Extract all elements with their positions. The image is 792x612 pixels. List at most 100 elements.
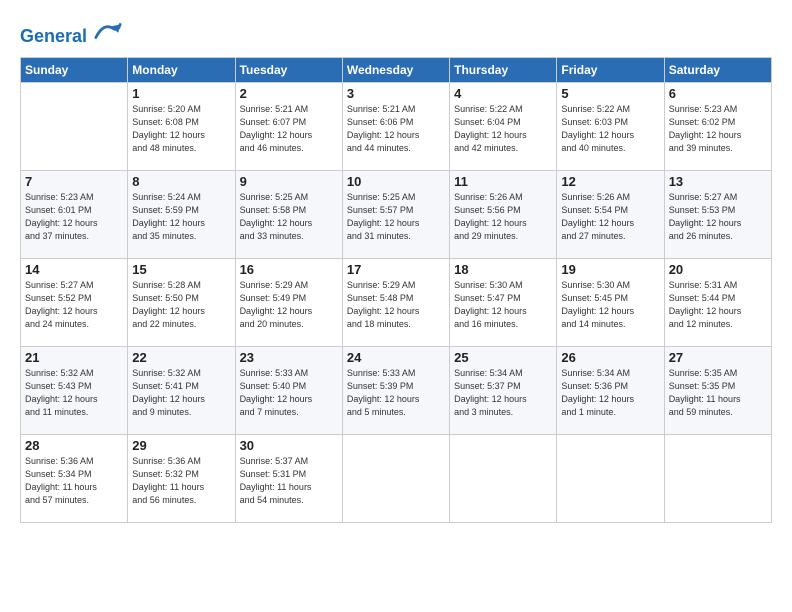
calendar-cell: 2 Sunrise: 5:21 AMSunset: 6:07 PMDaylight… (235, 82, 342, 170)
day-number: 30 (240, 438, 338, 453)
calendar-cell: 21 Sunrise: 5:32 AMSunset: 5:43 PMDayligh… (21, 346, 128, 434)
day-number: 22 (132, 350, 230, 365)
day-number: 1 (132, 86, 230, 101)
calendar-cell (557, 434, 664, 522)
day-info: Sunrise: 5:33 AMSunset: 5:39 PMDaylight:… (347, 367, 445, 419)
day-number: 16 (240, 262, 338, 277)
day-number: 19 (561, 262, 659, 277)
calendar-cell (342, 434, 449, 522)
day-info: Sunrise: 5:26 AMSunset: 5:54 PMDaylight:… (561, 191, 659, 243)
calendar-cell: 11 Sunrise: 5:26 AMSunset: 5:56 PMDayligh… (450, 170, 557, 258)
calendar-cell: 24 Sunrise: 5:33 AMSunset: 5:39 PMDayligh… (342, 346, 449, 434)
day-number: 10 (347, 174, 445, 189)
weekday-header: Friday (557, 57, 664, 82)
day-info: Sunrise: 5:30 AMSunset: 5:45 PMDaylight:… (561, 279, 659, 331)
day-number: 21 (25, 350, 123, 365)
calendar-cell: 10 Sunrise: 5:25 AMSunset: 5:57 PMDayligh… (342, 170, 449, 258)
weekday-header: Wednesday (342, 57, 449, 82)
day-number: 8 (132, 174, 230, 189)
day-info: Sunrise: 5:29 AMSunset: 5:49 PMDaylight:… (240, 279, 338, 331)
day-info: Sunrise: 5:36 AMSunset: 5:34 PMDaylight:… (25, 455, 123, 507)
calendar-week-row: 7 Sunrise: 5:23 AMSunset: 6:01 PMDaylight… (21, 170, 772, 258)
day-number: 4 (454, 86, 552, 101)
day-info: Sunrise: 5:25 AMSunset: 5:57 PMDaylight:… (347, 191, 445, 243)
page-header: General (20, 18, 772, 47)
weekday-header: Thursday (450, 57, 557, 82)
day-number: 11 (454, 174, 552, 189)
calendar-cell: 16 Sunrise: 5:29 AMSunset: 5:49 PMDayligh… (235, 258, 342, 346)
day-info: Sunrise: 5:24 AMSunset: 5:59 PMDaylight:… (132, 191, 230, 243)
calendar-table: SundayMondayTuesdayWednesdayThursdayFrid… (20, 57, 772, 523)
day-info: Sunrise: 5:32 AMSunset: 5:41 PMDaylight:… (132, 367, 230, 419)
day-number: 27 (669, 350, 767, 365)
day-info: Sunrise: 5:25 AMSunset: 5:58 PMDaylight:… (240, 191, 338, 243)
day-info: Sunrise: 5:33 AMSunset: 5:40 PMDaylight:… (240, 367, 338, 419)
calendar-cell: 14 Sunrise: 5:27 AMSunset: 5:52 PMDayligh… (21, 258, 128, 346)
day-info: Sunrise: 5:29 AMSunset: 5:48 PMDaylight:… (347, 279, 445, 331)
calendar-week-row: 1 Sunrise: 5:20 AMSunset: 6:08 PMDaylight… (21, 82, 772, 170)
logo-icon (94, 20, 122, 42)
day-info: Sunrise: 5:32 AMSunset: 5:43 PMDaylight:… (25, 367, 123, 419)
calendar-cell: 30 Sunrise: 5:37 AMSunset: 5:31 PMDayligh… (235, 434, 342, 522)
day-info: Sunrise: 5:27 AMSunset: 5:52 PMDaylight:… (25, 279, 123, 331)
day-info: Sunrise: 5:35 AMSunset: 5:35 PMDaylight:… (669, 367, 767, 419)
day-info: Sunrise: 5:30 AMSunset: 5:47 PMDaylight:… (454, 279, 552, 331)
day-number: 13 (669, 174, 767, 189)
logo: General (20, 22, 122, 47)
day-number: 29 (132, 438, 230, 453)
calendar-week-row: 28Sunrise: 5:36 AMSunset: 5:34 PMDayligh… (21, 434, 772, 522)
weekday-header: Monday (128, 57, 235, 82)
day-number: 20 (669, 262, 767, 277)
calendar-cell: 6 Sunrise: 5:23 AMSunset: 6:02 PMDaylight… (664, 82, 771, 170)
day-number: 15 (132, 262, 230, 277)
calendar-cell: 12Sunrise: 5:26 AMSunset: 5:54 PMDayligh… (557, 170, 664, 258)
day-info: Sunrise: 5:22 AMSunset: 6:04 PMDaylight:… (454, 103, 552, 155)
day-info: Sunrise: 5:37 AMSunset: 5:31 PMDaylight:… (240, 455, 338, 507)
day-info: Sunrise: 5:20 AMSunset: 6:08 PMDaylight:… (132, 103, 230, 155)
day-info: Sunrise: 5:21 AMSunset: 6:07 PMDaylight:… (240, 103, 338, 155)
day-number: 17 (347, 262, 445, 277)
calendar-cell: 25 Sunrise: 5:34 AMSunset: 5:37 PMDayligh… (450, 346, 557, 434)
day-info: Sunrise: 5:34 AMSunset: 5:36 PMDaylight:… (561, 367, 659, 419)
day-number: 24 (347, 350, 445, 365)
calendar-cell (450, 434, 557, 522)
calendar-cell: 5Sunrise: 5:22 AMSunset: 6:03 PMDaylight… (557, 82, 664, 170)
day-number: 6 (669, 86, 767, 101)
weekday-header: Tuesday (235, 57, 342, 82)
day-number: 25 (454, 350, 552, 365)
calendar-cell: 8 Sunrise: 5:24 AMSunset: 5:59 PMDaylight… (128, 170, 235, 258)
calendar-cell: 23Sunrise: 5:33 AMSunset: 5:40 PMDayligh… (235, 346, 342, 434)
day-info: Sunrise: 5:28 AMSunset: 5:50 PMDaylight:… (132, 279, 230, 331)
day-number: 14 (25, 262, 123, 277)
calendar-cell: 15 Sunrise: 5:28 AMSunset: 5:50 PMDayligh… (128, 258, 235, 346)
calendar-header-row: SundayMondayTuesdayWednesdayThursdayFrid… (21, 57, 772, 82)
day-info: Sunrise: 5:21 AMSunset: 6:06 PMDaylight:… (347, 103, 445, 155)
calendar-week-row: 21 Sunrise: 5:32 AMSunset: 5:43 PMDayligh… (21, 346, 772, 434)
logo-text: General (20, 22, 122, 47)
calendar-cell (664, 434, 771, 522)
calendar-cell: 17 Sunrise: 5:29 AMSunset: 5:48 PMDayligh… (342, 258, 449, 346)
calendar-cell: 7 Sunrise: 5:23 AMSunset: 6:01 PMDaylight… (21, 170, 128, 258)
calendar-cell: 29Sunrise: 5:36 AMSunset: 5:32 PMDayligh… (128, 434, 235, 522)
day-number: 5 (561, 86, 659, 101)
calendar-cell: 20 Sunrise: 5:31 AMSunset: 5:44 PMDayligh… (664, 258, 771, 346)
calendar-cell: 13Sunrise: 5:27 AMSunset: 5:53 PMDayligh… (664, 170, 771, 258)
day-number: 9 (240, 174, 338, 189)
day-info: Sunrise: 5:34 AMSunset: 5:37 PMDaylight:… (454, 367, 552, 419)
day-number: 2 (240, 86, 338, 101)
day-number: 7 (25, 174, 123, 189)
day-number: 18 (454, 262, 552, 277)
day-number: 3 (347, 86, 445, 101)
calendar-cell: 26 Sunrise: 5:34 AMSunset: 5:36 PMDayligh… (557, 346, 664, 434)
weekday-header: Sunday (21, 57, 128, 82)
calendar-cell: 22 Sunrise: 5:32 AMSunset: 5:41 PMDayligh… (128, 346, 235, 434)
day-info: Sunrise: 5:31 AMSunset: 5:44 PMDaylight:… (669, 279, 767, 331)
day-info: Sunrise: 5:23 AMSunset: 6:01 PMDaylight:… (25, 191, 123, 243)
day-number: 26 (561, 350, 659, 365)
day-info: Sunrise: 5:26 AMSunset: 5:56 PMDaylight:… (454, 191, 552, 243)
calendar-cell: 18 Sunrise: 5:30 AMSunset: 5:47 PMDayligh… (450, 258, 557, 346)
calendar-cell: 19 Sunrise: 5:30 AMSunset: 5:45 PMDayligh… (557, 258, 664, 346)
calendar-cell: 1 Sunrise: 5:20 AMSunset: 6:08 PMDaylight… (128, 82, 235, 170)
calendar-cell: 4 Sunrise: 5:22 AMSunset: 6:04 PMDaylight… (450, 82, 557, 170)
day-info: Sunrise: 5:23 AMSunset: 6:02 PMDaylight:… (669, 103, 767, 155)
